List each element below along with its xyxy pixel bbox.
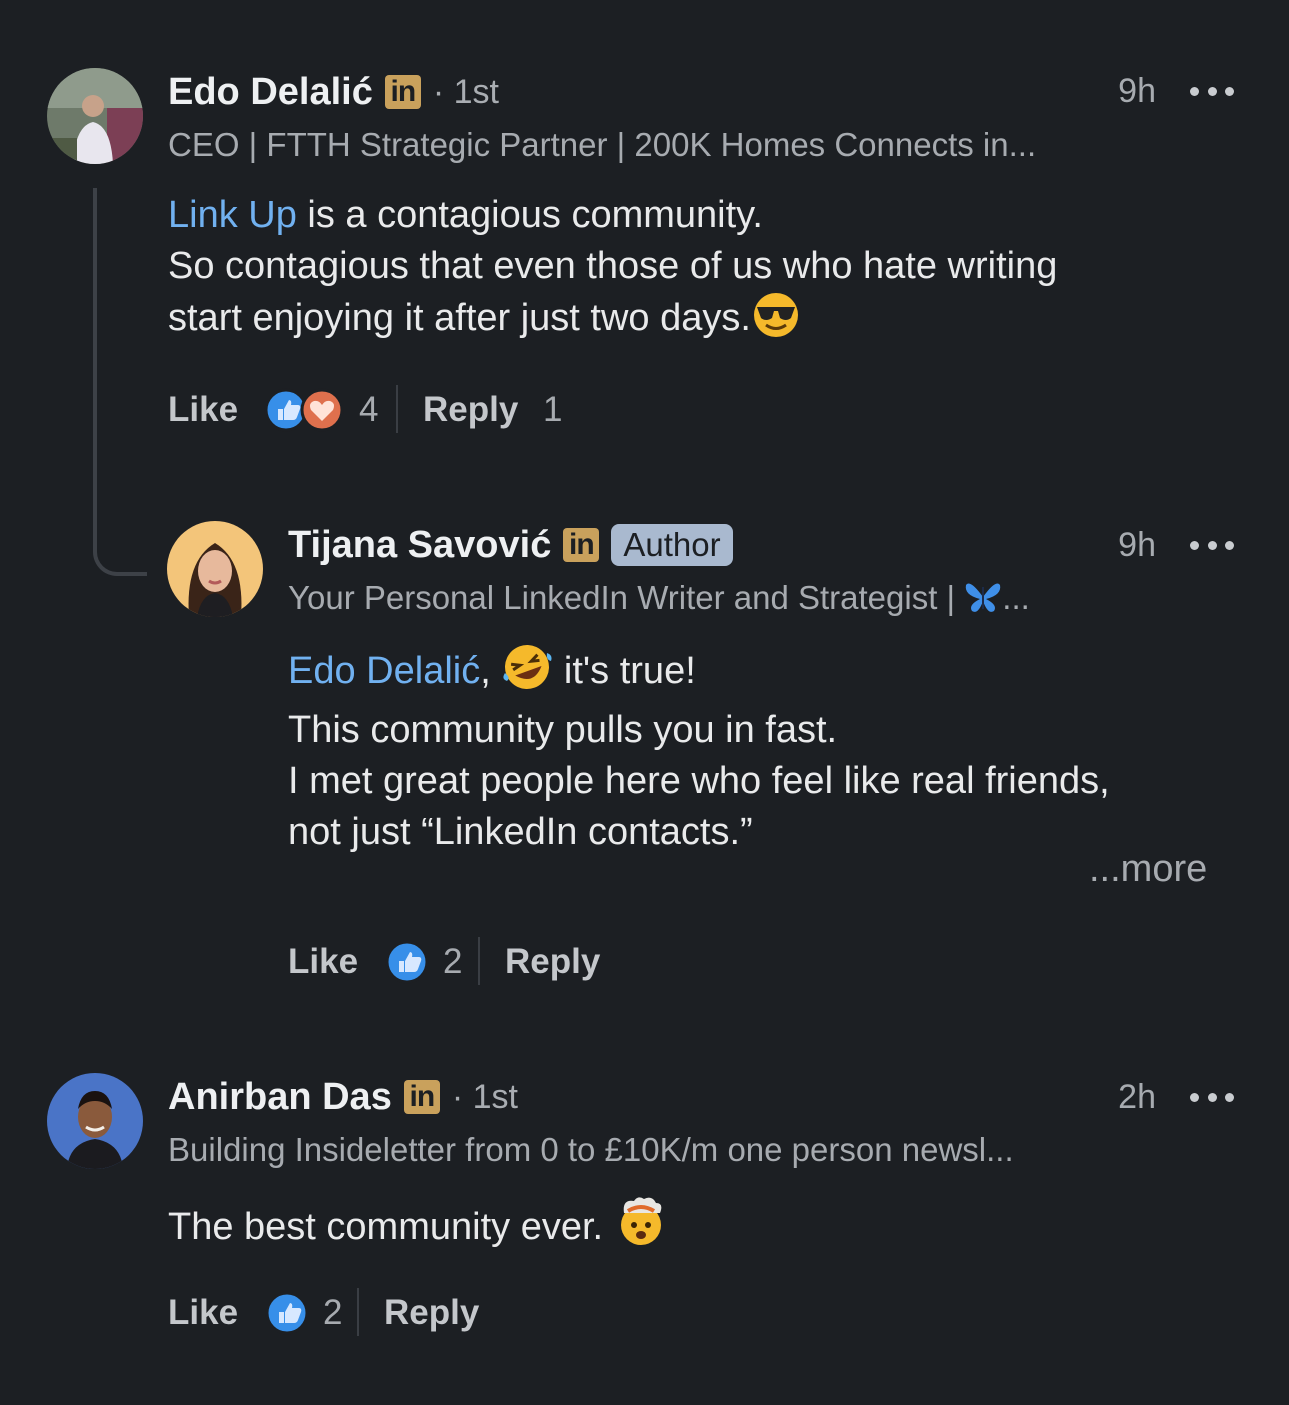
reply-button[interactable]: Reply [423,390,518,430]
reply-author-name[interactable]: Tijana Savović in Author [288,521,733,569]
see-more-link[interactable]: ...more [1089,848,1207,891]
like-reaction-icon[interactable] [384,940,430,984]
like-button[interactable]: Like [168,390,238,430]
comment-time: 2h [1118,1078,1156,1116]
reactions-icon[interactable] [264,388,346,432]
like-reaction-icon[interactable] [264,1291,310,1335]
reply-time: 9h [1118,526,1156,564]
comment-author-name[interactable]: Anirban Das in · 1st [168,1073,518,1121]
avatar-tijana[interactable] [167,521,263,617]
connection-degree: · 1st [432,72,499,111]
action-divider [478,937,480,985]
linkedin-badge-icon: in [563,528,600,562]
mention-link[interactable]: Link Up [168,194,297,236]
more-options-icon[interactable] [1190,538,1234,552]
avatar-anirban[interactable] [47,1073,143,1169]
reaction-count: 2 [323,1293,343,1332]
comment-author-name[interactable]: Edo Delalić in · 1st [168,68,499,116]
reaction-count: 4 [359,390,379,429]
connection-degree: · 1st [451,1077,518,1116]
author-headline: Your Personal LinkedIn Writer and Strate… [288,579,1030,623]
mention-link[interactable]: Edo Delalić [288,650,480,692]
exploding-head-emoji-icon [614,1195,668,1261]
author-badge: Author [611,524,733,566]
reply-count[interactable]: 1 [543,390,562,430]
author-headline: CEO | FTTH Strategic Partner | 200K Home… [168,126,1037,163]
comment-text: The best community ever. [168,1195,668,1261]
comment-time: 9h [1118,72,1156,110]
action-divider [357,1288,359,1336]
reply-text: Edo Delalić, it's true! This community p… [288,643,1110,858]
reply-button[interactable]: Reply [384,1293,479,1333]
thread-connector-line [93,188,147,576]
like-button[interactable]: Like [168,1293,238,1333]
author-headline: Building Insideletter from 0 to £10K/m o… [168,1131,1014,1168]
more-options-icon[interactable] [1190,84,1234,98]
more-options-icon[interactable] [1190,1090,1234,1104]
avatar-edo[interactable] [47,68,143,164]
linkedin-badge-icon: in [403,1080,440,1114]
laughing-emoji-icon [501,643,553,705]
action-divider [396,385,398,433]
reply-button[interactable]: Reply [505,942,600,982]
like-button[interactable]: Like [288,942,358,982]
linkedin-badge-icon: in [384,75,421,109]
comment-text: Link Up is a contagious community. So co… [168,190,1057,352]
reaction-count: 2 [443,942,463,981]
butterfly-emoji-icon [964,579,1002,623]
sunglasses-emoji-icon [751,292,801,352]
